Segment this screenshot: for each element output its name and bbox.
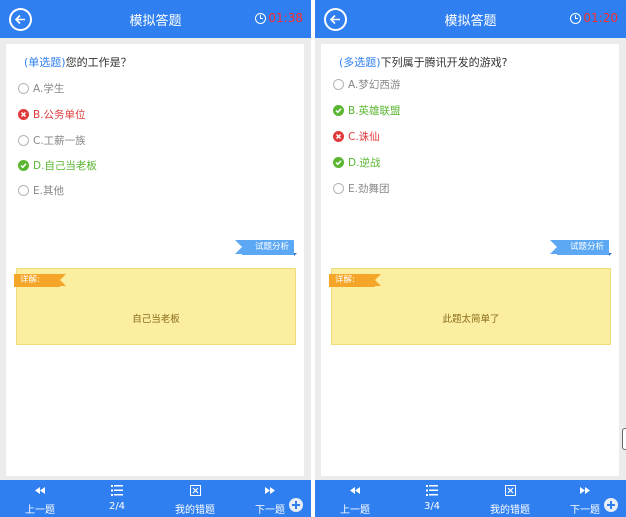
fast-forward-icon bbox=[265, 486, 275, 494]
radio-empty-icon bbox=[18, 134, 29, 146]
check-icon bbox=[18, 159, 29, 171]
analysis-tag[interactable]: 试题分析 bbox=[550, 240, 612, 256]
radio-empty-icon bbox=[18, 184, 29, 196]
option-label: D.逆战 bbox=[348, 156, 381, 169]
fast-forward-icon bbox=[580, 486, 590, 494]
page-indicator: 3/4 bbox=[423, 501, 441, 512]
question-text: (多选题)下列属于腾讯开发的游戏? bbox=[339, 54, 507, 70]
wrong-book-label: 我的错题 bbox=[490, 505, 530, 516]
question-type: (多选题) bbox=[339, 56, 381, 69]
option-b[interactable]: B.公务单位 bbox=[18, 107, 86, 121]
countdown-timer: 01:20 bbox=[570, 11, 618, 25]
bottom-toolbar: 上一题 2/4 我的错题 下一题 bbox=[0, 480, 311, 517]
option-label: D.自己当老板 bbox=[33, 159, 97, 172]
check-icon bbox=[333, 156, 344, 168]
option-e[interactable]: E.其他 bbox=[18, 183, 64, 197]
timer-value: 01:20 bbox=[583, 11, 618, 25]
question-list-button[interactable]: 3/4 bbox=[397, 483, 467, 512]
option-b[interactable]: B.英雄联盟 bbox=[333, 103, 401, 117]
question-card: (单选题)您的工作是？ A.学生 B.公务单位 C.工薪一族 D.自己当老板 E… bbox=[6, 44, 304, 476]
option-a[interactable]: A.梦幻西游 bbox=[333, 77, 400, 91]
radio-empty-icon bbox=[333, 78, 344, 90]
page-indicator: 2/4 bbox=[108, 501, 126, 512]
rewind-icon bbox=[35, 486, 45, 494]
option-d[interactable]: D.逆战 bbox=[333, 155, 380, 169]
clock-icon bbox=[255, 12, 267, 24]
bottom-toolbar: 上一题 3/4 我的错题 下一题 bbox=[315, 480, 626, 517]
quiz-screen-right: 模拟答题 01:20 (多选题)下列属于腾讯开发的游戏? A.梦幻西游 B.英雄… bbox=[315, 0, 626, 517]
timer-value: 01:38 bbox=[268, 11, 303, 25]
plus-icon[interactable] bbox=[604, 498, 618, 512]
option-d[interactable]: D.自己当老板 bbox=[18, 158, 97, 172]
prev-label: 上一题 bbox=[25, 505, 55, 516]
prev-question-button[interactable]: 上一题 bbox=[320, 483, 390, 516]
option-label: E.其他 bbox=[33, 184, 64, 197]
option-label: C.诛仙 bbox=[348, 130, 380, 143]
radio-empty-icon bbox=[18, 82, 29, 94]
option-label: C.工薪一族 bbox=[33, 134, 86, 147]
wrong-book-icon bbox=[504, 484, 516, 496]
option-c[interactable]: C.工薪一族 bbox=[18, 133, 86, 147]
analysis-tag[interactable]: 试题分析 bbox=[235, 240, 297, 256]
explanation-tag: 详解: bbox=[329, 274, 381, 287]
question-body: 下列属于腾讯开发的游戏? bbox=[380, 56, 508, 69]
explanation-tag: 详解: bbox=[14, 274, 66, 287]
wrong-book-icon bbox=[189, 484, 201, 496]
explanation-box: 详解: 此题太简单了 bbox=[329, 268, 611, 345]
question-list-button[interactable]: 2/4 bbox=[82, 483, 152, 512]
check-icon bbox=[333, 104, 344, 116]
wrong-x-icon bbox=[333, 130, 344, 142]
question-text: (单选题)您的工作是？ bbox=[24, 54, 132, 70]
list-icon bbox=[111, 484, 123, 496]
question-card: (多选题)下列属于腾讯开发的游戏? A.梦幻西游 B.英雄联盟 C.诛仙 D.逆… bbox=[321, 44, 619, 476]
option-label: B.公务单位 bbox=[33, 108, 86, 121]
explanation-text: 此题太简单了 bbox=[442, 314, 500, 325]
question-body: 您的工作是？ bbox=[65, 56, 132, 69]
rewind-icon bbox=[350, 486, 360, 494]
countdown-timer: 01:38 bbox=[255, 11, 303, 25]
top-bar: 模拟答题 01:38 bbox=[0, 0, 311, 38]
option-label: B.英雄联盟 bbox=[348, 104, 401, 117]
option-a[interactable]: A.学生 bbox=[18, 81, 64, 95]
wrong-x-icon bbox=[18, 108, 29, 120]
top-bar: 模拟答题 01:20 bbox=[315, 0, 626, 38]
scroll-handle[interactable] bbox=[622, 428, 626, 450]
option-c[interactable]: C.诛仙 bbox=[333, 129, 380, 143]
option-e[interactable]: E.劲舞团 bbox=[333, 181, 389, 195]
prev-label: 上一题 bbox=[340, 505, 370, 516]
explanation-text: 自己当老板 bbox=[132, 314, 180, 325]
my-wrong-questions-button[interactable]: 我的错题 bbox=[160, 483, 230, 516]
option-label: A.学生 bbox=[33, 82, 65, 95]
plus-icon[interactable] bbox=[289, 498, 303, 512]
option-label: A.梦幻西游 bbox=[348, 78, 401, 91]
list-icon bbox=[426, 484, 438, 496]
clock-icon bbox=[570, 12, 582, 24]
prev-question-button[interactable]: 上一题 bbox=[5, 483, 75, 516]
my-wrong-questions-button[interactable]: 我的错题 bbox=[475, 483, 545, 516]
explanation-box: 详解: 自己当老板 bbox=[14, 268, 296, 345]
question-type: (单选题) bbox=[24, 56, 66, 69]
quiz-screen-left: 模拟答题 01:38 (单选题)您的工作是？ A.学生 B.公务单位 C.工薪一… bbox=[0, 0, 311, 517]
wrong-book-label: 我的错题 bbox=[175, 505, 215, 516]
option-label: E.劲舞团 bbox=[348, 182, 390, 195]
radio-empty-icon bbox=[333, 182, 344, 194]
